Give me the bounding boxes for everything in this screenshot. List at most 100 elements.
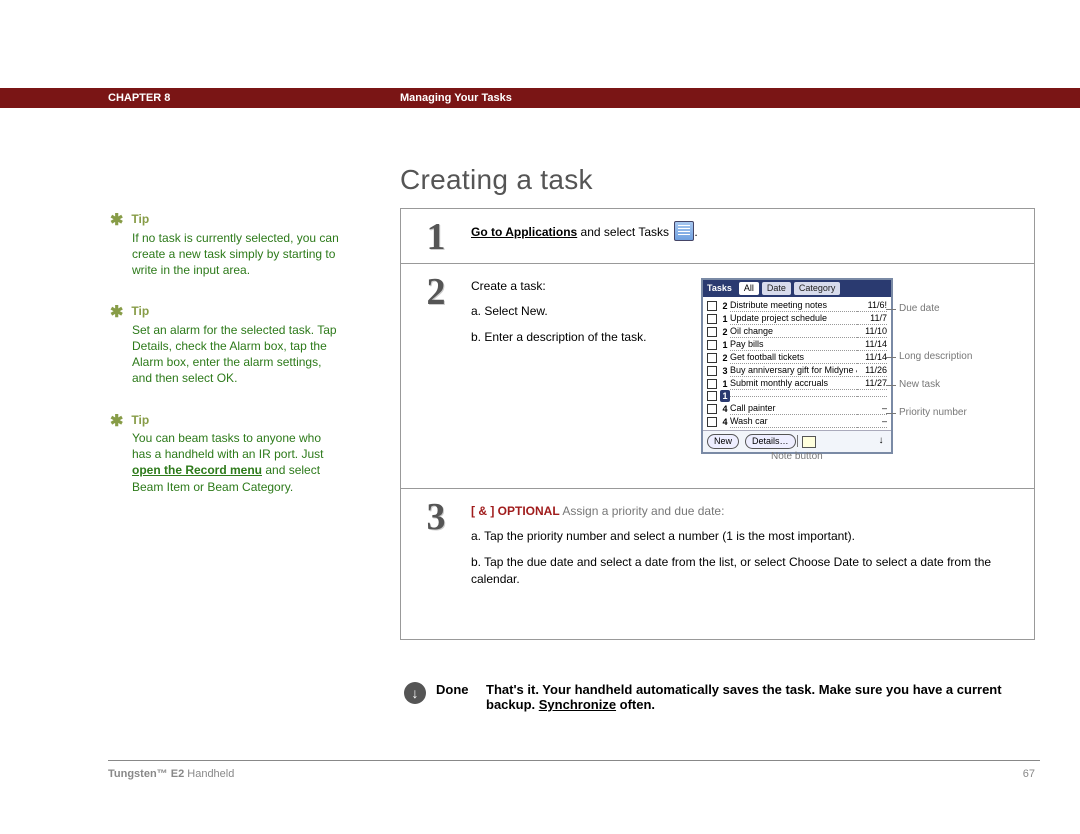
asterisk-icon: ✱: [110, 304, 123, 321]
task-description[interactable]: [730, 396, 857, 397]
task-date[interactable]: 11/7: [857, 312, 887, 325]
callout-new-task: New task: [899, 378, 940, 393]
product-suffix: Handheld: [184, 768, 234, 780]
device-screenshot: Tasks All Date Category 2Distribute meet…: [701, 278, 893, 454]
callout-due-date: Due date: [899, 302, 940, 317]
step-number: 2: [401, 264, 471, 488]
device-title: Tasks: [707, 282, 732, 295]
task-description[interactable]: Pay bills: [730, 338, 857, 351]
tip-body: Set an alarm for the selected task. Tap …: [132, 322, 340, 387]
device-tab-date[interactable]: Date: [762, 282, 791, 295]
checkbox-icon[interactable]: [707, 301, 717, 311]
task-date[interactable]: 11/10: [857, 325, 887, 338]
task-description[interactable]: Get football tickets: [730, 351, 857, 364]
open-record-menu-link[interactable]: open the Record menu: [132, 463, 262, 477]
tip-2: ✱ Tip Set an alarm for the selected task.…: [110, 300, 340, 386]
go-to-applications-link[interactable]: Go to Applications: [471, 225, 577, 239]
device-task-row[interactable]: 2Oil change11/10: [703, 325, 891, 338]
priority-number[interactable]: 1: [720, 378, 730, 390]
device-details-button[interactable]: Details…: [745, 434, 796, 449]
device-task-row[interactable]: 2Get football tickets11/14: [703, 351, 891, 364]
checkbox-icon[interactable]: [707, 340, 717, 350]
page: CHAPTER 8 Managing Your Tasks ✱Tip If no…: [0, 0, 1080, 834]
step-2: 2 Create a task: a. Select New. b. Enter…: [401, 264, 1034, 489]
step-text: .: [694, 225, 697, 239]
asterisk-icon: ✱: [110, 413, 123, 430]
task-date[interactable]: 11/6!: [857, 299, 887, 312]
device-tab-category[interactable]: Category: [794, 282, 841, 295]
checkbox-icon[interactable]: [707, 327, 717, 337]
task-description[interactable]: Submit monthly accruals: [730, 377, 857, 390]
priority-number[interactable]: 1: [720, 339, 730, 351]
priority-number[interactable]: 4: [720, 403, 730, 415]
checkbox-icon[interactable]: [707, 353, 717, 363]
tip-body: You can beam tasks to anyone who has a h…: [132, 430, 340, 495]
tip-label: Tip: [131, 212, 149, 226]
step-text: and select Tasks: [577, 225, 672, 239]
steps-box: 1 Go to Applications and select Tasks . …: [400, 208, 1035, 640]
device-task-row[interactable]: 1Submit monthly accruals11/27: [703, 377, 891, 390]
header-bar: CHAPTER 8 Managing Your Tasks: [0, 88, 1080, 108]
priority-number[interactable]: 1: [720, 313, 730, 325]
device-task-row[interactable]: 1: [703, 390, 891, 402]
checkbox-icon[interactable]: [707, 404, 717, 414]
checkbox-icon[interactable]: [707, 314, 717, 324]
priority-number[interactable]: 4: [720, 416, 730, 428]
task-date[interactable]: –: [857, 402, 887, 415]
footer-rule: [108, 760, 1040, 761]
checkbox-icon[interactable]: [707, 366, 717, 376]
step-3: 3 [ & ] OPTIONAL Assign a priority and d…: [401, 489, 1034, 639]
note-button-icon[interactable]: [802, 436, 816, 448]
device-task-row[interactable]: 1Update project schedule11/7: [703, 312, 891, 325]
scroll-down-icon[interactable]: ↓: [875, 434, 887, 449]
task-date[interactable]: [857, 396, 887, 397]
done-text: That's it. Your handheld automatically s…: [486, 682, 1035, 712]
tip-label: Tip: [131, 413, 149, 427]
step-sub-a: a. Tap the priority number and select a …: [471, 528, 1022, 545]
device-task-row[interactable]: 3Buy anniversary gift for Midyne & Greg1…: [703, 364, 891, 377]
task-date[interactable]: 11/26: [857, 364, 887, 377]
step-number: 3: [401, 489, 471, 639]
priority-number[interactable]: 3: [720, 365, 730, 377]
step-intro: Create a task:: [471, 278, 701, 295]
checkbox-icon[interactable]: [707, 391, 717, 401]
step-sub-b: b. Enter a description of the task.: [471, 329, 701, 346]
device-new-button[interactable]: New: [707, 434, 739, 449]
task-description[interactable]: Call painter: [730, 402, 857, 415]
callout-long-description: Long description: [899, 350, 972, 365]
task-date[interactable]: 11/14: [857, 338, 887, 351]
step-body: [ & ] OPTIONAL Assign a priority and due…: [471, 489, 1034, 639]
checkbox-icon[interactable]: [707, 379, 717, 389]
device-task-row[interactable]: 4Wash car–: [703, 415, 891, 428]
device-task-row[interactable]: 1Pay bills11/14: [703, 338, 891, 351]
priority-number[interactable]: 2: [720, 300, 730, 312]
device-tab-all[interactable]: All: [739, 282, 759, 295]
step-1: 1 Go to Applications and select Tasks .: [401, 209, 1034, 264]
priority-number[interactable]: 2: [720, 326, 730, 338]
task-date[interactable]: –: [857, 415, 887, 428]
task-description[interactable]: Update project schedule: [730, 312, 857, 325]
step2-instructions: Create a task: a. Select New. b. Enter a…: [471, 278, 701, 346]
task-description[interactable]: Wash car: [730, 415, 857, 428]
task-description[interactable]: Oil change: [730, 325, 857, 338]
device-task-row[interactable]: 4Call painter–: [703, 402, 891, 415]
page-number: 67: [1023, 768, 1035, 780]
priority-number[interactable]: 2: [720, 352, 730, 364]
priority-number[interactable]: 1: [720, 390, 730, 402]
asterisk-icon: ✱: [110, 212, 123, 229]
callout-note-button: Note button: [771, 450, 823, 465]
tasks-app-icon: [674, 221, 694, 241]
checkbox-icon[interactable]: [707, 417, 717, 427]
synchronize-link[interactable]: Synchronize: [539, 697, 616, 712]
device-task-row[interactable]: 2Distribute meeting notes11/6!: [703, 299, 891, 312]
task-description[interactable]: Buy anniversary gift for Midyne & Greg: [730, 364, 857, 377]
tip-1: ✱Tip If no task is currently selected, y…: [110, 208, 340, 278]
done-text-post: often.: [616, 697, 655, 712]
task-date[interactable]: 11/14: [857, 351, 887, 364]
tip-label: Tip: [131, 304, 149, 318]
step-body: Go to Applications and select Tasks .: [471, 209, 1034, 263]
task-date[interactable]: 11/27: [857, 377, 887, 390]
optional-text: Assign a priority and due date:: [560, 504, 725, 518]
task-description[interactable]: Distribute meeting notes: [730, 299, 857, 312]
step-body: Create a task: a. Select New. b. Enter a…: [471, 264, 1034, 488]
